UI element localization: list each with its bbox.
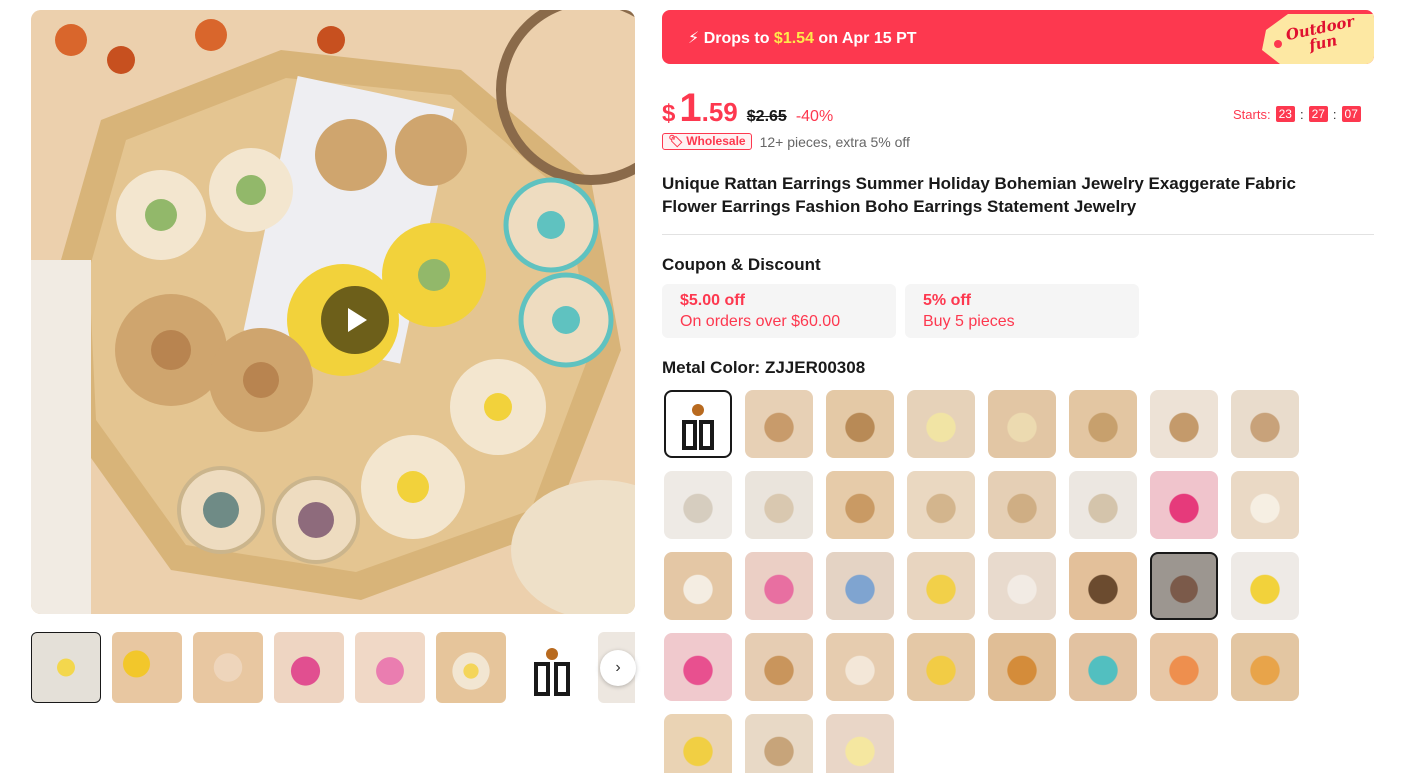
variant-swatch[interactable] [907, 471, 975, 539]
variant-swatch[interactable] [1069, 633, 1137, 701]
variant-swatch[interactable] [1150, 633, 1218, 701]
play-video-button[interactable] [321, 286, 389, 354]
variant-swatch[interactable] [1150, 471, 1218, 539]
countdown-seconds: 07 [1341, 106, 1361, 122]
price-drop-date: on Apr 15 PT [818, 30, 917, 47]
price-block: $ 1 .59 $2.65 -40% [662, 86, 833, 130]
play-icon [348, 308, 367, 332]
tag-icon: 🏷 [668, 134, 684, 148]
variant-swatch[interactable] [745, 552, 813, 620]
product-title: Unique Rattan Earrings Summer Holiday Bo… [662, 174, 1296, 216]
variant-swatch[interactable] [1069, 390, 1137, 458]
variant-swatch[interactable] [1069, 552, 1137, 620]
discount-percent: -40% [795, 108, 834, 125]
variant-swatch[interactable] [907, 633, 975, 701]
variant-swatch[interactable] [988, 552, 1056, 620]
wholesale-row: 🏷 Wholesale 12+ pieces, extra 5% off [662, 133, 910, 150]
variant-swatch[interactable] [664, 471, 732, 539]
variant-swatch[interactable] [1150, 390, 1218, 458]
variant-swatch[interactable] [745, 633, 813, 701]
countdown-timer: Starts: 23 : 27 : 07 [1233, 106, 1366, 122]
wholesale-badge-label: Wholesale [686, 134, 746, 148]
variant-swatch[interactable] [907, 390, 975, 458]
countdown-hours: 23 [1275, 106, 1295, 122]
variant-swatch[interactable] [1150, 552, 1218, 620]
variant-swatch[interactable] [1231, 633, 1299, 701]
thumbnail-5[interactable] [355, 632, 425, 703]
countdown-separator: : [1299, 106, 1304, 122]
countdown-minutes: 27 [1308, 106, 1328, 122]
price-integer: 1 [679, 86, 702, 130]
variant-swatch[interactable] [988, 471, 1056, 539]
variant-swatch[interactable] [664, 552, 732, 620]
thumbnail-next-button[interactable]: › [600, 650, 636, 686]
variant-swatch[interactable] [745, 390, 813, 458]
thumbnail-6[interactable] [436, 632, 506, 703]
original-price: $2.65 [746, 108, 787, 125]
coupon-title: 5% off [923, 292, 971, 309]
variant-swatch[interactable] [826, 633, 894, 701]
countdown-separator: : [1332, 106, 1337, 122]
variant-heading: Metal Color: ZJJER00308 [662, 358, 865, 378]
thumbnail-2[interactable] [112, 632, 182, 703]
countdown-label: Starts: [1233, 106, 1271, 122]
variant-swatch[interactable] [745, 471, 813, 539]
coupon-title: $5.00 off [680, 292, 745, 309]
thumbnail-7[interactable] [517, 632, 587, 703]
main-product-image[interactable] [31, 10, 635, 614]
wholesale-text: 12+ pieces, extra 5% off [759, 133, 910, 150]
thumbnail-4[interactable] [274, 632, 344, 703]
variant-swatch[interactable] [826, 714, 894, 773]
lightning-icon: ⚡ [688, 30, 700, 47]
chevron-right-icon: › [615, 659, 621, 676]
coupon-2[interactable]: 5% off Buy 5 pieces [905, 284, 1139, 338]
product-page: › ⚡ Drops to $1.54 on Apr 15 PT Outdoor … [0, 0, 1411, 773]
price-drop-banner: ⚡ Drops to $1.54 on Apr 15 PT Outdoor fu… [662, 10, 1374, 64]
variant-swatch[interactable] [988, 633, 1056, 701]
coupon-1[interactable]: $5.00 off On orders over $60.00 [662, 284, 896, 338]
wholesale-badge[interactable]: 🏷 Wholesale [662, 133, 752, 150]
variant-swatch[interactable] [664, 633, 732, 701]
thumbnail-1[interactable] [31, 632, 101, 703]
variant-label: Metal Color: [662, 358, 761, 377]
variant-value: ZJJER00308 [764, 358, 866, 377]
price-decimal: .59 [701, 97, 738, 127]
price-currency: $ [662, 100, 676, 127]
variant-swatch[interactable] [1231, 390, 1299, 458]
variant-swatch[interactable] [907, 552, 975, 620]
price-drop-prefix: Drops to [703, 30, 770, 47]
price-drop-amount: $1.54 [773, 30, 814, 47]
price-drop-text: ⚡ Drops to $1.54 on Apr 15 PT [688, 28, 917, 48]
variant-swatch[interactable] [826, 390, 894, 458]
variant-swatch[interactable] [664, 390, 732, 458]
variant-swatch[interactable] [1069, 471, 1137, 539]
variant-swatch[interactable] [826, 471, 894, 539]
variant-swatch[interactable] [745, 714, 813, 773]
variant-swatch[interactable] [826, 552, 894, 620]
coupon-subtitle: On orders over $60.00 [680, 313, 841, 330]
coupon-heading: Coupon & Discount [662, 255, 821, 274]
variant-swatch[interactable] [1231, 471, 1299, 539]
thumbnail-3[interactable] [193, 632, 263, 703]
thumbnail-strip [31, 631, 635, 705]
coupon-subtitle: Buy 5 pieces [923, 313, 1015, 330]
variant-swatch[interactable] [664, 714, 732, 773]
variant-swatch[interactable] [988, 390, 1056, 458]
variant-swatch[interactable] [1231, 552, 1299, 620]
divider [662, 234, 1374, 235]
